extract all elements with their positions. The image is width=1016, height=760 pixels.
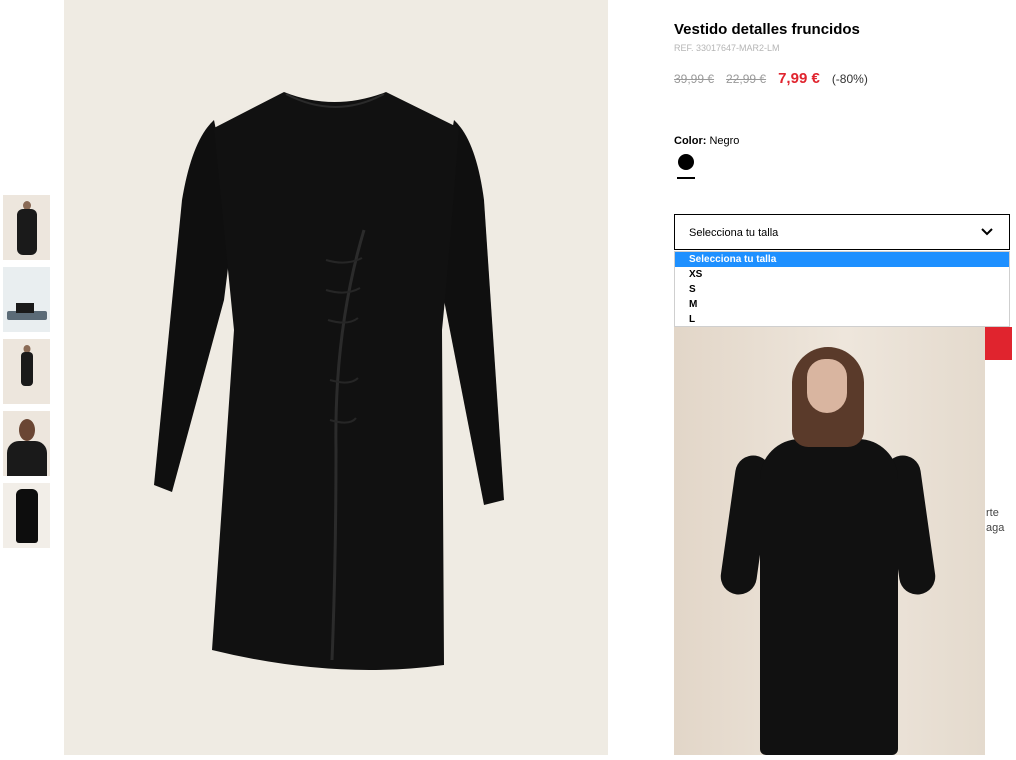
side-fragment-1: rte [986,507,999,519]
thumbnail-dress-figure [20,352,33,386]
model-overlay-image [674,327,985,755]
price-previous: 22,99 € [726,72,767,86]
price-row: 39,99 € 22,99 € 7,99 € (-80%) [674,70,868,87]
dress-illustration [64,0,608,755]
thumbnail-dress-figure [6,441,47,476]
color-swatch-negro[interactable] [678,154,694,170]
thumbnail-2[interactable] [3,267,50,332]
size-option-m[interactable]: M [675,297,1009,312]
price-original: 39,99 € [674,72,715,86]
thumbnail-1[interactable] [3,195,50,260]
size-select[interactable]: Selecciona tu talla [674,214,1010,250]
size-select-label: Selecciona tu talla [689,227,779,239]
color-value: Negro [709,135,740,147]
size-option-l[interactable]: L [675,312,1009,327]
thumbnail-dress-figure [16,303,34,313]
product-reference: REF. 33017647-MAR2-LM [674,43,780,53]
obscured-text-fragment: rte aga [986,506,1004,536]
thumbnail-list [3,195,50,555]
thumbnail-model-head [18,419,35,441]
size-option-placeholder[interactable]: Selecciona tu talla [675,252,1009,267]
size-option-s[interactable]: S [675,282,1009,297]
thumbnail-3[interactable] [3,339,50,404]
thumbnail-dress-figure [15,489,38,543]
product-title: Vestido detalles fruncidos [674,21,860,38]
chevron-down-icon [981,228,993,236]
color-label: Color: [674,135,707,147]
add-to-bag-button-partial[interactable] [985,327,1012,360]
thumbnail-4[interactable] [3,411,50,476]
main-product-image [64,0,608,755]
size-option-xs[interactable]: XS [675,267,1009,282]
selected-swatch-indicator [677,177,695,179]
discount-badge: (-80%) [831,72,868,86]
model-dress [760,439,898,755]
model-face [807,359,847,413]
side-fragment-2: aga [986,522,1005,534]
size-dropdown-list: Selecciona tu talla XS S M L [674,251,1010,327]
price-sale: 7,99 € [778,70,820,87]
thumbnail-5[interactable] [3,483,50,548]
thumbnail-dress-figure [16,209,37,255]
color-label-row: Color: Negro [674,135,739,147]
